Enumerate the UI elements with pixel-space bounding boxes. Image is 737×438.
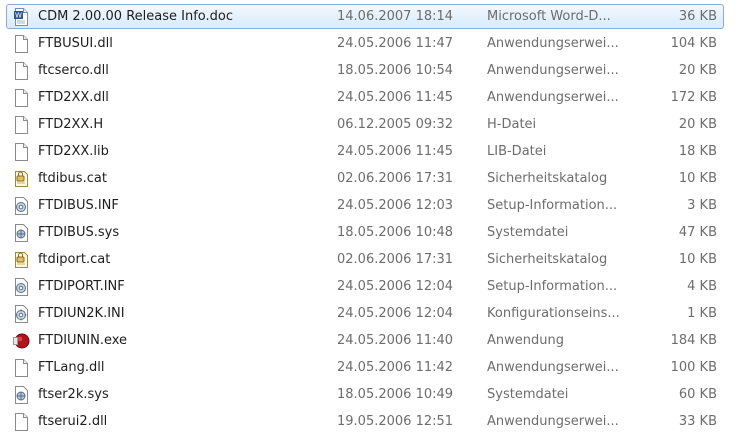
file-name: ftdibus.cat: [38, 171, 107, 186]
file-date-modified: 19.05.2006 12:51: [337, 414, 454, 429]
file-name: FTDIUN2K.INI: [38, 306, 125, 321]
file-size: 172 KB: [670, 90, 717, 105]
file-date-modified: 24.05.2006 11:45: [337, 144, 454, 159]
file-name: ftcserco.dll: [38, 63, 109, 78]
file-type: Microsoft Word-D...: [487, 9, 611, 24]
file-icon: [13, 116, 30, 134]
file-icon: [13, 35, 30, 53]
file-size: 47 KB: [678, 225, 717, 240]
file-row[interactable]: ftdibus.cat 02.06.2006 17:31 Sicherheitska…: [6, 166, 724, 191]
file-row[interactable]: FTDIBUS.sys 18.05.2006 10:48 Systemdatei 47…: [6, 220, 724, 245]
file-row[interactable]: ftdiport.cat 02.06.2006 17:31 Sicherheitsk…: [6, 247, 724, 272]
file-name: FTD2XX.lib: [38, 144, 109, 159]
word-document-icon: W: [13, 8, 30, 26]
file-type: Anwendungserwei...: [487, 63, 619, 78]
file-type: H-Datei: [487, 117, 537, 132]
file-row[interactable]: FTDIUNIN.exe 24.05.2006 11:40 Anwendung 184…: [6, 328, 724, 353]
file-size: 33 KB: [678, 414, 717, 429]
file-size: 10 KB: [678, 171, 717, 186]
file-icon: [13, 359, 30, 377]
file-row[interactable]: W CDM 2.00.00 Release Info.doc 14.06.2007 …: [6, 4, 724, 29]
file-name: CDM 2.00.00 Release Info.doc: [38, 9, 233, 24]
file-type: Setup-Information...: [487, 198, 618, 213]
file-size: 104 KB: [670, 36, 717, 51]
file-date-modified: 24.05.2006 12:04: [337, 279, 454, 294]
file-name: FTD2XX.dll: [38, 90, 109, 105]
svg-text:W: W: [15, 12, 22, 20]
file-row[interactable]: FTBUSUI.dll 24.05.2006 11:47 Anwendungserw…: [6, 31, 724, 56]
file-name: ftserui2.dll: [38, 414, 108, 429]
file-type: Systemdatei: [487, 387, 569, 402]
file-type: Setup-Information...: [487, 279, 618, 294]
setup-information-icon: [13, 278, 30, 296]
file-row[interactable]: ftcserco.dll 18.05.2006 10:54 Anwendungser…: [6, 58, 724, 83]
file-type: Anwendungserwei...: [487, 414, 619, 429]
file-name: FTD2XX.H: [38, 117, 104, 132]
file-size: 10 KB: [678, 252, 717, 267]
file-date-modified: 24.05.2006 11:45: [337, 90, 454, 105]
file-size: 20 KB: [678, 63, 717, 78]
file-size: 20 KB: [678, 117, 717, 132]
file-size: 3 KB: [687, 198, 717, 213]
file-row[interactable]: FTD2XX.dll 24.05.2006 11:45 Anwendungserwe…: [6, 85, 724, 110]
file-name: ftser2k.sys: [38, 387, 109, 402]
file-type: Sicherheitskatalog: [487, 171, 608, 186]
file-name: FTLang.dll: [38, 360, 105, 375]
application-icon: [13, 332, 30, 350]
file-date-modified: 24.05.2006 11:40: [337, 333, 454, 348]
security-catalog-icon: [13, 251, 30, 269]
file-date-modified: 18.05.2006 10:54: [337, 63, 454, 78]
file-size: 36 KB: [678, 9, 717, 24]
file-icon: [13, 413, 30, 431]
system-file-icon: [13, 386, 30, 404]
file-size: 18 KB: [678, 144, 717, 159]
file-row[interactable]: FTD2XX.H 06.12.2005 09:32 H-Datei 20 KB: [6, 112, 724, 137]
file-date-modified: 24.05.2006 11:47: [337, 36, 454, 51]
file-name: FTDIBUS.sys: [38, 225, 120, 240]
file-date-modified: 24.05.2006 11:42: [337, 360, 454, 375]
file-type: Anwendungserwei...: [487, 36, 619, 51]
file-type: Anwendung: [487, 333, 564, 348]
file-date-modified: 02.06.2006 17:31: [337, 171, 454, 186]
file-row[interactable]: FTDIBUS.INF 24.05.2006 12:03 Setup-Informa…: [6, 193, 724, 218]
file-row[interactable]: FTDIUN2K.INI 24.05.2006 12:04 Konfiguratio…: [6, 301, 724, 326]
file-type: Sicherheitskatalog: [487, 252, 608, 267]
file-name: FTBUSUI.dll: [38, 36, 113, 51]
setup-information-icon: [13, 197, 30, 215]
file-row[interactable]: ftser2k.sys 18.05.2006 10:49 Systemdatei 60…: [6, 382, 724, 407]
file-name: FTDIPORT.INF: [38, 279, 125, 294]
file-icon: [13, 143, 30, 161]
file-date-modified: 06.12.2005 09:32: [337, 117, 454, 132]
system-file-icon: [13, 224, 30, 242]
file-icon: [13, 89, 30, 107]
file-size: 1 KB: [687, 306, 717, 321]
file-date-modified: 14.06.2007 18:14: [337, 9, 454, 24]
file-date-modified: 02.06.2006 17:31: [337, 252, 454, 267]
file-type: LIB-Datei: [487, 144, 547, 159]
file-name: FTDIUNIN.exe: [38, 333, 128, 348]
file-size: 100 KB: [670, 360, 717, 375]
file-type: Konfigurationseins...: [487, 306, 620, 321]
file-date-modified: 18.05.2006 10:49: [337, 387, 454, 402]
file-name: FTDIBUS.INF: [38, 198, 119, 213]
file-type: Systemdatei: [487, 225, 569, 240]
file-date-modified: 24.05.2006 12:04: [337, 306, 454, 321]
file-row[interactable]: FTLang.dll 24.05.2006 11:42 Anwendungserwe…: [6, 355, 724, 380]
file-date-modified: 24.05.2006 12:03: [337, 198, 454, 213]
file-type: Anwendungserwei...: [487, 360, 619, 375]
settings-file-icon: [13, 305, 30, 323]
file-row[interactable]: FTDIPORT.INF 24.05.2006 12:04 Setup-Inform…: [6, 274, 724, 299]
file-name: ftdiport.cat: [38, 252, 111, 267]
file-size: 4 KB: [687, 279, 717, 294]
file-size: 60 KB: [678, 387, 717, 402]
file-list: W CDM 2.00.00 Release Info.doc 14.06.2007 …: [0, 0, 737, 438]
file-size: 184 KB: [670, 333, 717, 348]
file-icon: [13, 62, 30, 80]
file-type: Anwendungserwei...: [487, 90, 619, 105]
file-row[interactable]: ftserui2.dll 19.05.2006 12:51 Anwendungser…: [6, 409, 724, 434]
file-row[interactable]: FTD2XX.lib 24.05.2006 11:45 LIB-Datei 18 KB: [6, 139, 724, 164]
security-catalog-icon: [13, 170, 30, 188]
file-date-modified: 18.05.2006 10:48: [337, 225, 454, 240]
